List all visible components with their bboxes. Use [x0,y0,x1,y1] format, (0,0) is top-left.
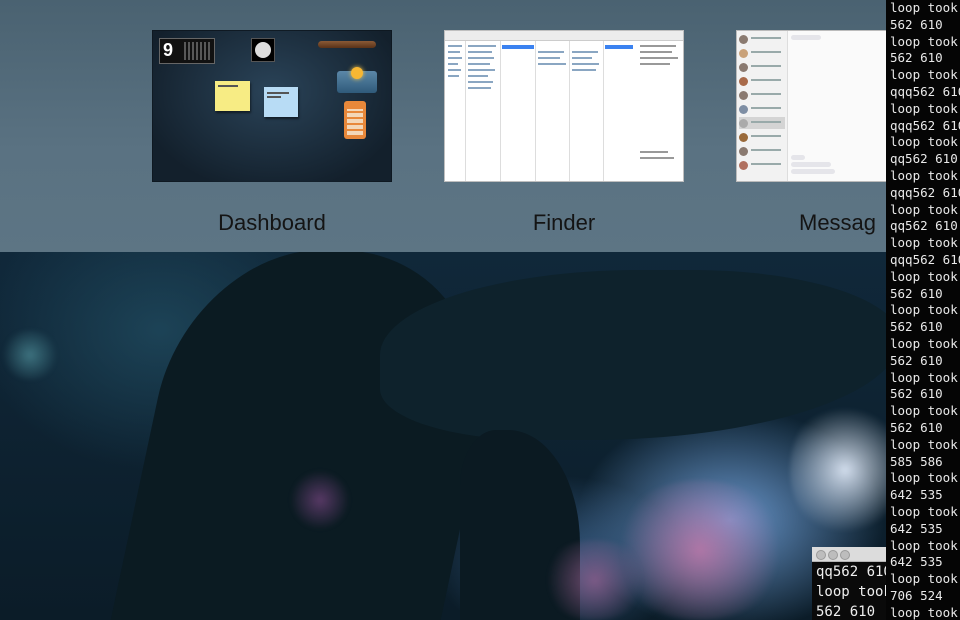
terminal-output-line: loop took [890,67,958,83]
messages-thumbnail[interactable] [736,30,886,182]
app-switcher-item-dashboard[interactable]: 9 Dashboard [152,30,392,235]
dictionary-widget [318,41,376,48]
terminal-output-line: 562 610 [890,352,943,368]
clock-widget [251,38,275,62]
terminal-output-line: 562 610 [890,50,943,66]
terminal-output-line: loop took [890,436,958,452]
terminal-output-line: loop took [890,268,958,284]
terminal-output-line: 642 535 [890,520,943,536]
terminal-output-line: 562 610 [890,419,943,435]
finder-thumbnail[interactable] [444,30,684,182]
terminal-output-line: 642 535 [890,554,943,570]
terminal-output-line: 642 535 [890,487,943,503]
terminal-output-line: loop took [890,134,958,150]
terminal-output-line: loop took [890,167,958,183]
terminal-output-line: loop took [890,369,958,385]
terminal-output-line: qq562 610 [890,218,958,234]
terminal-output-line: qqq562 610 [890,83,960,99]
wallpaper-blossoms [540,540,650,620]
calendar-day: 9 [163,40,174,60]
terminal-output-line: 706 524 [890,587,943,603]
terminal-output-line: loop took [890,503,958,519]
terminal-output-line: loop took [890,302,958,318]
mini-terminal-titlebar[interactable] [812,547,886,562]
dashboard-thumbnail[interactable]: 9 [152,30,392,182]
weather-widget [337,67,377,93]
wallpaper-purple-glow [290,470,350,530]
app-label-messages: Messag [799,210,877,235]
terminal-output-line: qqq562 610 [890,251,960,267]
mini-terminal-window[interactable]: qq562 610 loop took 562 610 [812,547,886,620]
mini-terminal-output-line: qq562 610 [816,564,886,580]
terminal-output-line: qq562 610 [890,151,958,167]
calculator-widget [344,101,366,139]
terminal-output-line: loop took [890,571,958,587]
terminal-output-line: 585 586 [890,453,943,469]
zoom-button[interactable] [840,550,850,560]
app-switcher: 9 Dashboard Finder Messag [0,0,886,252]
wallpaper-foliage [0,330,60,380]
close-button[interactable] [816,550,826,560]
terminal-window[interactable]: loop took 562 610 loop took 562 610 loop too… [886,0,960,620]
messages-conversation-list [737,31,788,181]
terminal-output-line: loop took [890,604,958,620]
terminal-output-line: loop took [890,100,958,116]
terminal-output-line: qqq562 610 [890,117,960,133]
terminal-output-line: 562 610 [890,285,943,301]
terminal-output-line: 562 610 [890,319,943,335]
terminal-output-line: loop took [890,470,958,486]
sticky-note-blue [264,87,298,117]
terminal-output-line: loop took [890,235,958,251]
app-switcher-item-messages[interactable]: Messag [736,30,886,235]
sticky-note-yellow [215,81,250,111]
terminal-output-line: loop took [890,537,958,553]
terminal-output-line: loop took [890,403,958,419]
terminal-output-line: 562 610 [890,386,943,402]
mini-terminal-output: qq562 610 loop took 562 610 [812,562,886,620]
mini-terminal-output-line: loop took [816,584,886,600]
terminal-output-line: loop took [890,335,958,351]
terminal-output-line: loop took [890,0,958,15]
app-switcher-item-finder[interactable]: Finder [444,30,684,235]
minimize-button[interactable] [828,550,838,560]
app-label-finder: Finder [532,210,596,235]
terminal-output-line: qqq562 610 [890,184,960,200]
mini-terminal-output-line: 562 610 [816,604,876,620]
wallpaper-sky-glow [790,400,900,540]
terminal-output-line: loop took [890,201,958,217]
sun-icon [351,67,363,79]
terminal-output-line: 562 610 [890,16,943,32]
terminal-output-line: loop took [890,33,958,49]
finder-toolbar [445,31,683,41]
app-label-dashboard: Dashboard [218,210,326,235]
calendar-widget: 9 [159,38,215,64]
